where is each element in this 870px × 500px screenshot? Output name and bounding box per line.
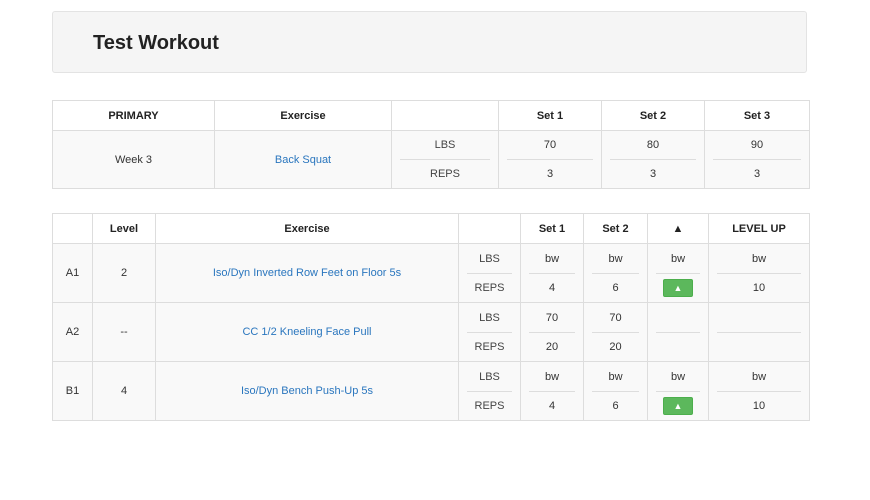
reps-label: REPS (474, 281, 505, 294)
title-panel: Test Workout (52, 11, 807, 73)
exercise-link[interactable]: CC 1/2 Kneeling Face Pull (242, 326, 371, 338)
empty-divider (717, 304, 801, 333)
set-cell: 70 3 (498, 130, 602, 189)
set-cell: 70 20 (583, 302, 648, 362)
set-cell: bw 6 (583, 361, 648, 421)
reps-value: 20 (545, 340, 559, 353)
level-cell: -- (92, 302, 156, 362)
exercise-col-header: Exercise (214, 100, 392, 131)
lbs-value: bw (717, 363, 801, 392)
reps-value: 6 (612, 399, 619, 412)
type-cell: LBS REPS (458, 243, 521, 303)
reps-value: 10 (752, 281, 766, 294)
set3-col-header: Set 3 (704, 100, 810, 131)
set1-col-header: Set 1 (520, 213, 584, 244)
reps-value: 3 (546, 168, 554, 180)
lbs-value: bw (592, 363, 639, 392)
set2-col-header: Set 2 (583, 213, 648, 244)
lbs-value: bw (529, 245, 575, 274)
lbs-value: 80 (610, 131, 696, 160)
lbs-label: LBS (467, 304, 512, 333)
exercise-link[interactable]: Back Squat (275, 154, 331, 166)
primary-table: PRIMARY Exercise Set 1 Set 2 Set 3 Week … (52, 100, 810, 189)
exercise-link[interactable]: Iso/Dyn Inverted Row Feet on Floor 5s (213, 267, 401, 279)
set-cell: 70 20 (520, 302, 584, 362)
level-up-cell: bw 10 (708, 361, 810, 421)
table-row: A2 -- CC 1/2 Kneeling Face Pull LBS REPS… (52, 302, 810, 362)
set2-col-header: Set 2 (601, 100, 705, 131)
set-cell: 80 3 (601, 130, 705, 189)
set-cell: bw 6 (583, 243, 648, 303)
lbs-value: 90 (713, 131, 801, 160)
primary-col-header: PRIMARY (52, 100, 215, 131)
level-up-cell: bw 10 (708, 243, 810, 303)
set1-col-header: Set 1 (498, 100, 602, 131)
page-title: Test Workout (93, 32, 219, 54)
lbs-label: LBS (467, 363, 512, 392)
level-col-header: Level (92, 213, 156, 244)
set-cell: 90 3 (704, 130, 810, 189)
type-cell: LBS REPS (458, 361, 521, 421)
table-row: Week 3 Back Squat LBS REPS 70 3 80 3 90 … (52, 130, 810, 189)
set-cell: bw 4 (520, 243, 584, 303)
up-cell: bw ▲ (647, 243, 709, 303)
reps-value: 20 (609, 340, 622, 353)
reps-value: 6 (612, 281, 619, 294)
reps-label: REPS (430, 168, 460, 180)
lbs-value: 70 (507, 131, 593, 160)
row-id: B1 (52, 361, 93, 421)
lbs-value: bw (656, 363, 700, 392)
lbs-label: LBS (400, 131, 490, 160)
up-cell: bw ▲ (647, 361, 709, 421)
level-up-button[interactable]: ▲ (663, 396, 693, 415)
level-cell: 2 (92, 243, 156, 303)
week-cell: Week 3 (52, 130, 215, 189)
reps-value: 3 (649, 168, 657, 180)
level-up-cell (708, 302, 810, 362)
exercise-cell: Iso/Dyn Inverted Row Feet on Floor 5s (155, 243, 459, 303)
type-cell: LBS REPS (458, 302, 521, 362)
type-col-header (458, 213, 521, 244)
table-row: B1 4 Iso/Dyn Bench Push-Up 5s LBS REPS b… (52, 361, 810, 421)
row-id: A1 (52, 243, 93, 303)
up-arrow-col-header: ▲ (647, 213, 709, 244)
level-up-col-header: LEVEL UP (708, 213, 810, 244)
reps-value: 3 (753, 168, 761, 180)
reps-label: REPS (474, 340, 505, 353)
level-up-button[interactable]: ▲ (663, 278, 693, 297)
primary-header-row: PRIMARY Exercise Set 1 Set 2 Set 3 (52, 100, 810, 131)
reps-value: 4 (548, 281, 556, 294)
level-cell: 4 (92, 361, 156, 421)
accessory-header-row: Level Exercise Set 1 Set 2 ▲ LEVEL UP (52, 213, 810, 244)
lbs-value: bw (592, 245, 639, 274)
empty-value (648, 333, 708, 361)
lbs-value: 70 (529, 304, 575, 333)
empty-value (709, 333, 809, 361)
accessory-table: Level Exercise Set 1 Set 2 ▲ LEVEL UP A1… (52, 213, 810, 421)
lbs-value: bw (717, 245, 801, 274)
reps-label: REPS (474, 399, 505, 412)
type-col-header (391, 100, 499, 131)
id-col-header (52, 213, 93, 244)
up-cell (647, 302, 709, 362)
lbs-value: bw (656, 245, 700, 274)
lbs-value: bw (529, 363, 575, 392)
exercise-cell: Iso/Dyn Bench Push-Up 5s (155, 361, 459, 421)
exercise-cell: CC 1/2 Kneeling Face Pull (155, 302, 459, 362)
exercise-cell: Back Squat (214, 130, 392, 189)
table-row: A1 2 Iso/Dyn Inverted Row Feet on Floor … (52, 243, 810, 303)
reps-value: 10 (752, 399, 766, 412)
row-id: A2 (52, 302, 93, 362)
type-cell: LBS REPS (391, 130, 499, 189)
exercise-link[interactable]: Iso/Dyn Bench Push-Up 5s (241, 385, 373, 397)
exercise-col-header: Exercise (155, 213, 459, 244)
empty-divider (656, 304, 700, 333)
set-cell: bw 4 (520, 361, 584, 421)
lbs-value: 70 (592, 304, 639, 333)
reps-value: 4 (548, 399, 556, 412)
lbs-label: LBS (467, 245, 512, 274)
